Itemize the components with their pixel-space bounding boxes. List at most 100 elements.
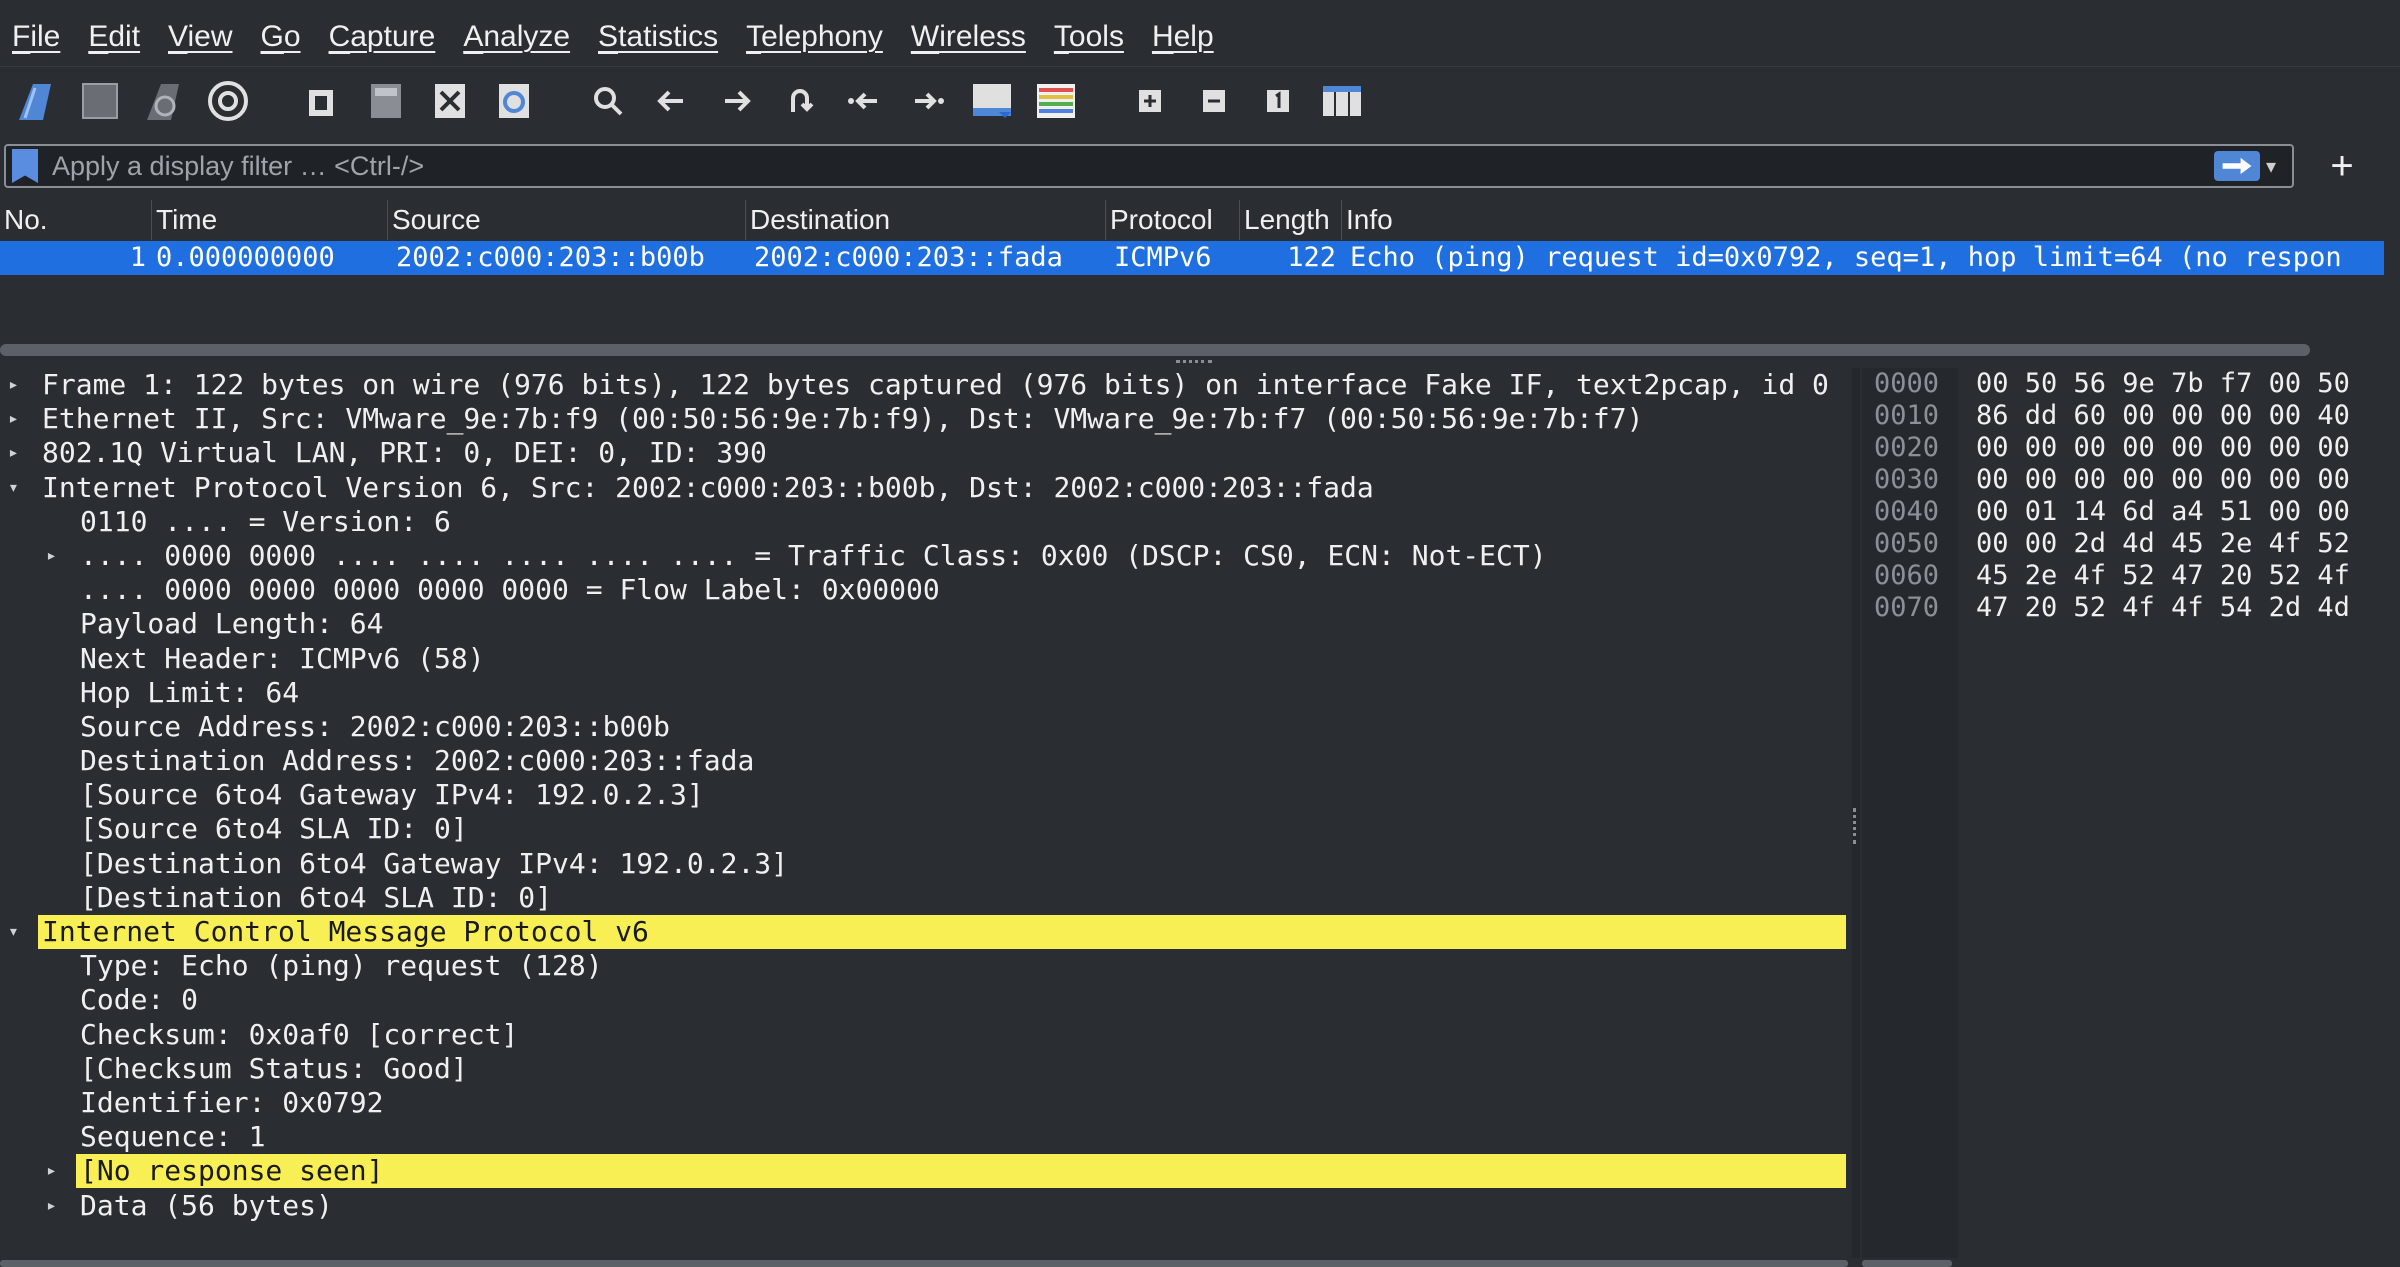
chevron-right-icon[interactable]: ▸ bbox=[46, 1189, 64, 1223]
chevron-down-icon[interactable]: ▾ bbox=[8, 471, 26, 505]
chevron-right-icon[interactable]: ▸ bbox=[8, 402, 26, 436]
go-to-packet-icon[interactable] bbox=[774, 75, 826, 127]
packet-row[interactable]: 1 0.000000000 2002:c000:203::b00b 2002:c… bbox=[0, 241, 2384, 275]
packet-list-horizontal-scrollbar[interactable] bbox=[0, 344, 2310, 356]
tree-node[interactable]: Hop Limit: 64 bbox=[0, 676, 1848, 710]
tree-node-label: .... 0000 0000 0000 0000 0000 = Flow Lab… bbox=[80, 573, 940, 607]
tree-node[interactable]: [Destination 6to4 Gateway IPv4: 192.0.2.… bbox=[0, 847, 1848, 881]
tree-node[interactable]: ▾ Internet Protocol Version 6, Src: 2002:… bbox=[0, 471, 1848, 505]
tree-node-label: [Checksum Status: Good] bbox=[80, 1051, 468, 1085]
stop-capture-icon[interactable] bbox=[74, 75, 126, 127]
tree-node[interactable]: 0110 .... = Version: 6 bbox=[0, 505, 1848, 539]
packet-details-tree: ▸ Frame 1: 122 bytes on wire (976 bits), … bbox=[0, 368, 1848, 1258]
tree-node[interactable]: ▾ Internet Control Message Protocol v6 bbox=[0, 915, 1848, 949]
tree-node[interactable]: [Destination 6to4 SLA ID: 0] bbox=[0, 881, 1848, 915]
tree-node-label: Code: 0 bbox=[80, 983, 199, 1017]
tree-node[interactable]: .... 0000 0000 0000 0000 0000 = Flow Lab… bbox=[0, 573, 1848, 607]
menu-capture[interactable]: Capture bbox=[329, 20, 436, 54]
tree-node[interactable]: ▸ Data (56 bytes) bbox=[0, 1189, 1848, 1223]
add-filter-button-plus-icon[interactable]: + bbox=[2320, 144, 2364, 188]
menu-view[interactable]: View bbox=[168, 20, 232, 54]
auto-scroll-icon[interactable] bbox=[966, 75, 1018, 127]
chevron-right-icon[interactable]: ▸ bbox=[46, 1154, 64, 1188]
capture-options-icon[interactable] bbox=[202, 75, 254, 127]
pane-splitter-handle[interactable] bbox=[1176, 360, 1212, 366]
tree-node[interactable]: Type: Echo (ping) request (128) bbox=[0, 949, 1848, 983]
tree-node[interactable]: [Source 6to4 Gateway IPv4: 192.0.2.3] bbox=[0, 778, 1848, 812]
tree-node[interactable]: [Checksum Status: Good] bbox=[0, 1052, 1848, 1086]
restart-capture-icon[interactable] bbox=[138, 75, 190, 127]
tree-node[interactable]: Identifier: 0x0792 bbox=[0, 1086, 1848, 1120]
tree-node[interactable]: Source Address: 2002:c000:203::b00b bbox=[0, 710, 1848, 744]
zoom-in-icon[interactable] bbox=[1124, 75, 1176, 127]
start-capture-icon[interactable] bbox=[10, 75, 62, 127]
close-file-icon[interactable] bbox=[424, 75, 476, 127]
tree-node-label: Identifier: 0x0792 bbox=[80, 1085, 384, 1119]
hex-bytes-row[interactable]: 45 2e 4f 52 47 20 52 4f bbox=[1976, 560, 2350, 592]
display-filter-input[interactable] bbox=[38, 146, 2214, 186]
tree-node[interactable]: Sequence: 1 bbox=[0, 1120, 1848, 1154]
bookmark-icon[interactable] bbox=[12, 149, 38, 183]
tree-node[interactable]: ▸ [No response seen] bbox=[0, 1154, 1848, 1189]
normal-size-icon[interactable] bbox=[1252, 75, 1304, 127]
menu-telephony[interactable]: Telephony bbox=[746, 20, 883, 54]
bytes-horizontal-scrollbar[interactable] bbox=[1862, 1260, 1952, 1267]
hex-offset-column: 0000 0010 0020 0030 0040 0050 0060 0070 bbox=[1862, 368, 1958, 1258]
chevron-right-icon[interactable]: ▸ bbox=[8, 436, 26, 470]
menu-help[interactable]: Help bbox=[1152, 20, 1214, 54]
menu-wireless[interactable]: Wireless bbox=[911, 20, 1026, 54]
chevron-right-icon[interactable]: ▸ bbox=[46, 539, 64, 573]
hex-bytes-row[interactable]: 00 00 00 00 00 00 00 00 bbox=[1976, 464, 2350, 496]
apply-filter-button[interactable] bbox=[2214, 151, 2260, 181]
packet-info: Echo (ping) request id=0x0792, seq=1, ho… bbox=[1350, 242, 2342, 273]
tree-node[interactable]: [Source 6to4 SLA ID: 0] bbox=[0, 812, 1848, 846]
tree-node[interactable]: ▸ .... 0000 0000 .... .... .... .... ....… bbox=[0, 539, 1848, 573]
column-no[interactable]: No. bbox=[0, 200, 152, 240]
menu-go[interactable]: Go bbox=[261, 20, 301, 54]
reload-file-icon[interactable] bbox=[488, 75, 540, 127]
colorize-icon[interactable] bbox=[1030, 75, 1082, 127]
open-file-icon[interactable] bbox=[296, 75, 348, 127]
tree-node[interactable]: Checksum: 0x0af0 [correct] bbox=[0, 1018, 1848, 1052]
tree-node[interactable]: Payload Length: 64 bbox=[0, 607, 1848, 641]
tree-node[interactable]: ▸ 802.1Q Virtual LAN, PRI: 0, DEI: 0, ID:… bbox=[0, 436, 1848, 470]
chevron-down-icon[interactable]: ▾ bbox=[8, 915, 26, 949]
menu-analyze[interactable]: Analyze bbox=[463, 20, 570, 54]
save-file-icon[interactable] bbox=[360, 75, 412, 127]
tree-node[interactable]: ▸ Frame 1: 122 bytes on wire (976 bits), … bbox=[0, 368, 1848, 402]
first-packet-icon[interactable] bbox=[838, 75, 890, 127]
zoom-out-icon[interactable] bbox=[1188, 75, 1240, 127]
go-forward-icon[interactable] bbox=[710, 75, 762, 127]
hex-bytes-row[interactable]: 47 20 52 4f 4f 54 2d 4d bbox=[1976, 592, 2350, 624]
column-protocol[interactable]: Protocol bbox=[1106, 200, 1240, 240]
column-time[interactable]: Time bbox=[152, 200, 388, 240]
column-source[interactable]: Source bbox=[388, 200, 746, 240]
hex-bytes-row[interactable]: 00 50 56 9e 7b f7 00 50 bbox=[1976, 368, 2350, 400]
menu-edit[interactable]: Edit bbox=[88, 20, 140, 54]
tree-node[interactable]: ▸ Ethernet II, Src: VMware_9e:7b:f9 (00:5… bbox=[0, 402, 1848, 436]
last-packet-icon[interactable] bbox=[902, 75, 954, 127]
find-packet-icon[interactable] bbox=[582, 75, 634, 127]
menu-file[interactable]: File bbox=[12, 20, 60, 54]
chevron-down-icon[interactable]: ▾ bbox=[2266, 154, 2286, 179]
hex-offset: 0070 bbox=[1874, 592, 1940, 623]
chevron-right-icon[interactable]: ▸ bbox=[8, 368, 26, 402]
menu-tools[interactable]: Tools bbox=[1054, 20, 1124, 54]
menu-statistics[interactable]: Statistics bbox=[598, 20, 718, 54]
packet-destination: 2002:c000:203::fada bbox=[754, 242, 1063, 273]
go-back-icon[interactable] bbox=[646, 75, 698, 127]
hex-bytes-row[interactable]: 00 00 00 00 00 00 00 00 bbox=[1976, 432, 2350, 464]
details-horizontal-scrollbar[interactable] bbox=[0, 1260, 1848, 1267]
tree-node[interactable]: Next Header: ICMPv6 (58) bbox=[0, 642, 1848, 676]
tree-node[interactable]: Code: 0 bbox=[0, 983, 1848, 1017]
hex-bytes-row[interactable]: 00 00 2d 4d 45 2e 4f 52 bbox=[1976, 528, 2350, 560]
tree-node[interactable]: Destination Address: 2002:c000:203::fada bbox=[0, 744, 1848, 778]
hex-offset: 0010 bbox=[1874, 400, 1940, 431]
column-info[interactable]: Info bbox=[1342, 200, 2390, 240]
column-destination[interactable]: Destination bbox=[746, 200, 1106, 240]
resize-columns-icon[interactable] bbox=[1316, 75, 1368, 127]
hex-bytes-row[interactable]: 86 dd 60 00 00 00 00 40 bbox=[1976, 400, 2350, 432]
column-length[interactable]: Length bbox=[1240, 200, 1342, 240]
display-filter-bar: ▾ bbox=[4, 144, 2294, 188]
hex-bytes-row[interactable]: 00 01 14 6d a4 51 00 00 bbox=[1976, 496, 2350, 528]
